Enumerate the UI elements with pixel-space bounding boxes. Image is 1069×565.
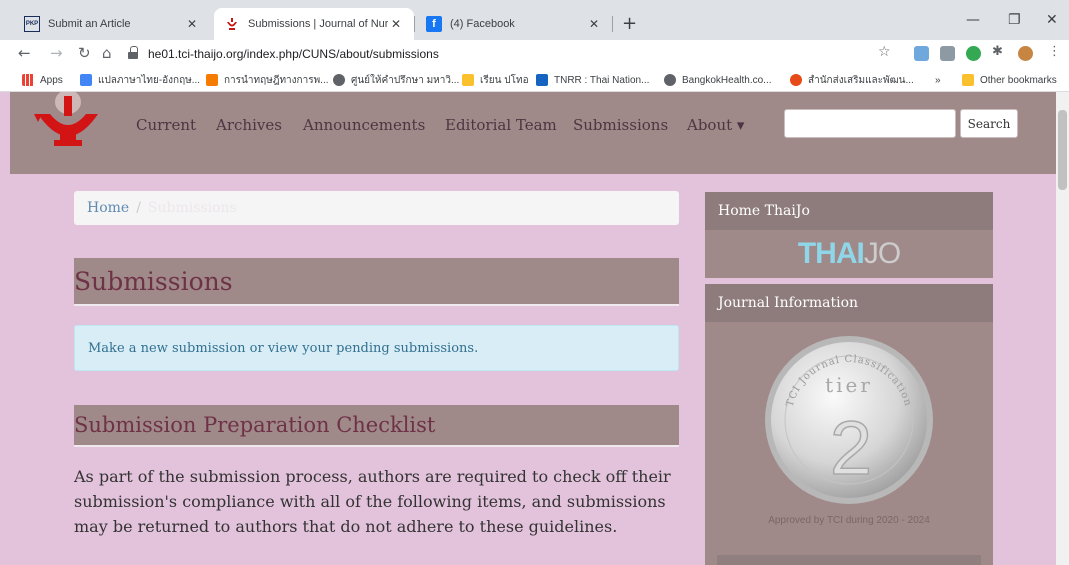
bookmark-apps[interactable]: Apps — [22, 72, 63, 88]
bookmark-tnrr[interactable]: TNRR : Thai Nation... — [536, 72, 649, 88]
medal-tier-number: 2 — [830, 406, 872, 491]
scrollbar-thumb[interactable] — [1058, 110, 1067, 190]
bookmarks-overflow-button[interactable]: » — [935, 72, 941, 88]
bookmark-translate[interactable]: แปลภาษาไทย-อังกฤษ... — [80, 72, 200, 88]
tab-submit-an-article[interactable]: PKP Submit an Article ✕ — [14, 8, 210, 40]
close-tab-icon[interactable]: ✕ — [388, 17, 404, 31]
sidebar-heading-home-thaijo: Home ThaiJo — [705, 192, 993, 230]
globe-icon — [664, 74, 676, 86]
tci-approval-text: Approved by TCI during 2020 - 2024 — [768, 515, 930, 526]
bookmark-favicon-icon — [206, 74, 218, 86]
journal-logo-icon — [224, 16, 240, 32]
thaijo-logo: THAIJO — [797, 237, 901, 271]
browser-toolbar: ← → ↻ ⌂ he01.tci-thaijo.org/index.php/CU… — [0, 40, 1069, 68]
bookmark-other[interactable]: Other bookmarks — [962, 72, 1057, 88]
tab-submissions[interactable]: Submissions | Journal of Nursing ✕ — [214, 8, 414, 40]
search-input[interactable] — [784, 109, 956, 138]
extension-icon[interactable] — [914, 46, 929, 61]
nav-about-dropdown[interactable]: About ▾ — [687, 116, 744, 134]
extension-icon[interactable] — [966, 46, 981, 61]
tnrr-icon — [536, 74, 548, 86]
sidebar-heading-journal-information: Journal Information — [705, 284, 993, 322]
nav-archives[interactable]: Archives — [216, 116, 282, 134]
star-icon[interactable]: ☆ — [878, 44, 891, 60]
address-bar[interactable]: he01.tci-thaijo.org/index.php/CUNS/about… — [128, 42, 898, 66]
close-tab-icon[interactable]: ✕ — [586, 17, 602, 31]
bookmark-counseling[interactable]: ศูนย์ให้คำปรึกษา มหาวิ... — [333, 72, 459, 88]
bookmark-label: การนำทฤษฎีทางการพ... — [224, 74, 329, 86]
journal-information-panel: TCI Journal Classification tier 2 Approv… — [705, 322, 993, 565]
bookmark-bangkokhealth[interactable]: BangkokHealth.co... — [664, 72, 772, 88]
thaijo-logo-link[interactable]: THAIJO — [705, 230, 993, 278]
search-button[interactable]: Search — [960, 109, 1018, 138]
forward-icon[interactable]: → — [50, 44, 63, 62]
puzzle-icon[interactable]: ✱ — [992, 44, 1003, 59]
facebook-icon: f — [426, 16, 442, 32]
new-tab-button[interactable]: + — [622, 13, 637, 34]
tab-facebook[interactable]: f (4) Facebook ✕ — [416, 8, 612, 40]
page-title: Submissions — [74, 258, 679, 306]
tab-divider — [414, 16, 415, 32]
browser-tab-strip: PKP Submit an Article ✕ Submissions | Jo… — [0, 0, 1069, 40]
checklist-intro-text: As part of the submission process, autho… — [74, 467, 671, 536]
apps-grid-icon — [22, 74, 34, 86]
bookmark-label: แปลภาษาไทย-อังกฤษ... — [98, 74, 201, 86]
nav-editorial-team[interactable]: Editorial Team — [445, 116, 557, 134]
tab-label: (4) Facebook — [450, 18, 515, 30]
tci-tier-medal: TCI Journal Classification tier 2 — [765, 336, 933, 504]
pkp-icon: PKP — [24, 16, 40, 32]
url-text: he01.tci-thaijo.org/index.php/CUNS/about… — [148, 47, 439, 61]
menu-kebab-icon[interactable]: ⋮ — [1048, 44, 1061, 59]
close-window-icon[interactable]: ✕ — [1046, 12, 1058, 28]
checklist-heading: Submission Preparation Checklist — [74, 405, 679, 447]
medal-tier-label: tier — [825, 373, 873, 397]
bookmark-label: ศูนย์ให้คำปรึกษา มหาวิ... — [351, 74, 460, 86]
bookmark-folder[interactable]: เรียน ปโทอ — [462, 72, 529, 88]
folder-icon — [462, 74, 474, 86]
bookmark-label: BangkokHealth.co... — [682, 74, 772, 86]
logo-text-jo: JO — [863, 237, 901, 270]
nav-current[interactable]: Current — [136, 116, 196, 134]
tab-divider — [612, 16, 613, 32]
bookmark-label: Apps — [40, 74, 63, 86]
breadcrumb-separator: / — [136, 200, 141, 216]
close-tab-icon[interactable]: ✕ — [184, 17, 200, 31]
bookmark-promotion-office[interactable]: สำนักส่งเสริมและพัฒน... — [790, 72, 914, 88]
nav-submissions[interactable]: Submissions — [573, 116, 668, 134]
globe-icon — [333, 74, 345, 86]
tab-label: Submissions | Journal of Nursing — [248, 18, 388, 30]
page-scrollbar[interactable] — [1056, 92, 1069, 565]
bookmark-label: สำนักส่งเสริมและพัฒน... — [808, 74, 914, 86]
logo-text-thai: THAI — [797, 237, 865, 270]
bookmark-label: TNRR : Thai Nation... — [554, 74, 650, 86]
lock-icon — [128, 46, 138, 59]
reload-icon[interactable]: ↻ — [78, 44, 91, 62]
submission-alert-link[interactable]: Make a new submission or view your pendi… — [74, 325, 679, 371]
nav-announcements[interactable]: Announcements — [303, 116, 425, 134]
tab-label: Submit an Article — [48, 18, 131, 30]
avatar-icon[interactable] — [1018, 46, 1033, 61]
sidebar-divider — [717, 555, 981, 565]
bookmark-label: เรียน ปโทอ — [480, 74, 529, 86]
breadcrumb-current: Submissions — [147, 200, 237, 216]
home-icon[interactable]: ⌂ — [102, 44, 112, 62]
breadcrumb-home-link[interactable]: Home — [87, 200, 129, 216]
minimize-icon[interactable]: — — [966, 12, 980, 28]
restore-icon[interactable]: ❐ — [1008, 12, 1021, 28]
bookmark-favicon-icon — [80, 74, 92, 86]
bookmarks-bar: Apps แปลภาษาไทย-อังกฤษ... การนำทฤษฎีทางก… — [0, 68, 1069, 92]
bookmark-favicon-icon — [790, 74, 802, 86]
back-icon[interactable]: ← — [18, 44, 31, 62]
extension-icon[interactable] — [940, 46, 955, 61]
breadcrumb: Home / Submissions — [74, 191, 679, 225]
bookmark-label: Other bookmarks — [980, 74, 1057, 86]
journal-logo[interactable] — [32, 92, 104, 154]
site-header: Current Archives Announcements Editorial… — [10, 92, 1056, 174]
bookmark-nursing-theory[interactable]: การนำทฤษฎีทางการพ... — [206, 72, 329, 88]
folder-icon — [962, 74, 974, 86]
